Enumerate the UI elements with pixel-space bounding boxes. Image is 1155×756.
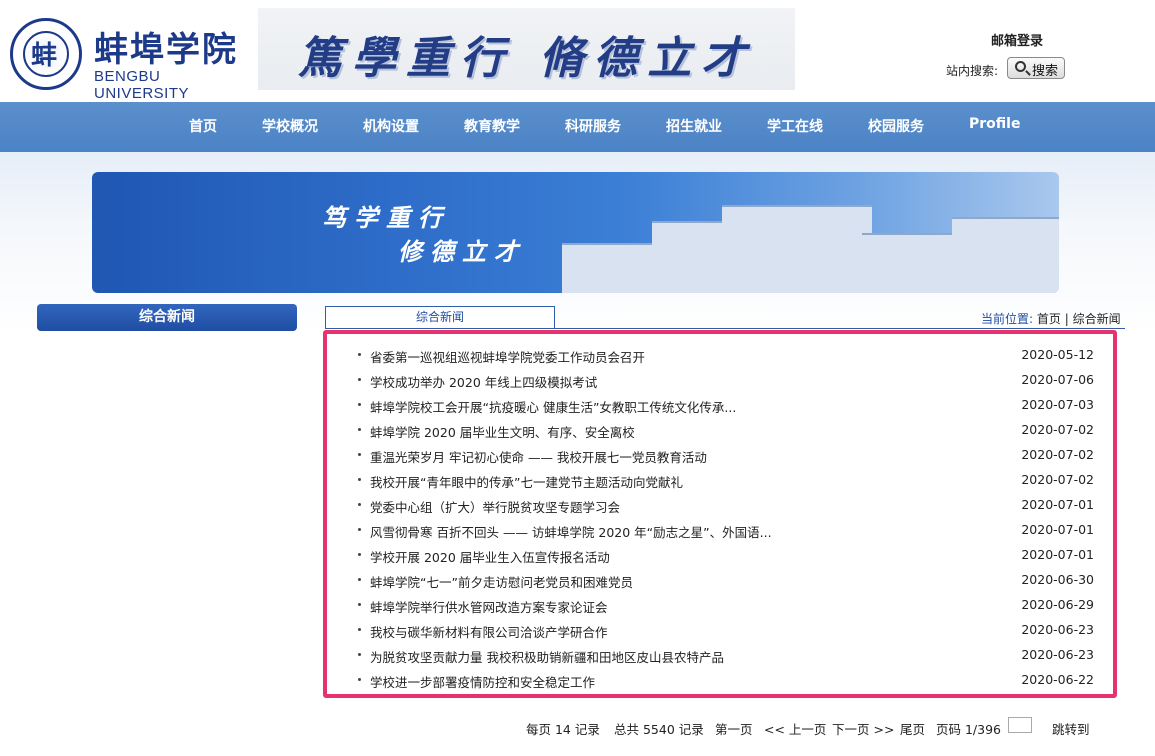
news-title[interactable]: 风雪彻骨寒 百折不回头 —— 访蚌埠学院 2020 年“励志之星”、外国语... — [370, 522, 772, 541]
list-item: 蚌埠学院校工会开展“抗疫暖心 健康生活”女教职工传统文化传承... 2020-07… — [358, 395, 1098, 415]
tab-divider — [325, 328, 1125, 329]
nav-item-research[interactable]: 科研服务 — [565, 116, 621, 136]
nav-item-admissions[interactable]: 招生就业 — [666, 116, 722, 136]
pager-jump-input[interactable] — [1008, 717, 1032, 733]
university-seal-icon: 蚌 — [10, 18, 82, 90]
search-icon — [1015, 61, 1026, 72]
nav-item-about[interactable]: 学校概况 — [262, 116, 318, 136]
breadcrumb-separator: | — [1064, 312, 1069, 326]
list-item: 学校进一步部署疫情防控和安全稳定工作 2020-06-22 — [358, 670, 1098, 690]
breadcrumb-label: 当前位置: — [981, 312, 1034, 326]
news-date: 2020-05-12 — [1021, 347, 1094, 362]
site-header: 蚌 蚌埠学院 BENGBU UNIVERSITY 篤學重行 脩德立才 邮箱登录 … — [0, 0, 1155, 102]
bullet-icon — [358, 378, 361, 381]
news-date: 2020-06-30 — [1021, 572, 1094, 587]
pager-jump-button[interactable]: 跳转到 — [1052, 719, 1090, 738]
news-title[interactable]: 学校成功举办 2020 年线上四级模拟考试 — [370, 372, 597, 391]
breadcrumb: 当前位置: 首页 | 综合新闻 — [981, 310, 1121, 327]
news-title[interactable]: 党委中心组（扩大）举行脱贫攻坚专题学习会 — [370, 497, 620, 516]
news-date: 2020-07-01 — [1021, 497, 1094, 512]
news-date: 2020-06-29 — [1021, 597, 1094, 612]
pager-page-info: 页码 1/396 — [936, 722, 1001, 737]
news-date: 2020-06-22 — [1021, 672, 1094, 687]
news-title[interactable]: 蚌埠学院校工会开展“抗疫暖心 健康生活”女教职工传统文化传承... — [370, 397, 736, 416]
pager-prev-button[interactable]: << 上一页 — [764, 719, 826, 738]
bullet-icon — [358, 553, 361, 556]
news-title[interactable]: 省委第一巡视组巡视蚌埠学院党委工作动员会召开 — [370, 347, 645, 366]
main-nav: 首页 学校概况 机构设置 教育教学 科研服务 招生就业 学工在线 校园服务 Pr… — [0, 102, 1155, 152]
list-item: 蚌埠学院“七一”前夕走访慰问老党员和困难党员 2020-06-30 — [358, 570, 1098, 590]
news-title[interactable]: 学校进一步部署疫情防控和安全稳定工作 — [370, 672, 595, 691]
news-title[interactable]: 重温光荣岁月 牢记初心使命 —— 我校开展七一党员教育活动 — [370, 447, 707, 466]
list-item: 我校与碳华新材料有限公司洽谈产学研合作 2020-06-23 — [358, 620, 1098, 640]
pager-next-button[interactable]: 下一页 >> — [832, 719, 894, 738]
list-item: 我校开展“青年眼中的传承”七一建党节主题活动向党献礼 2020-07-02 — [358, 470, 1098, 490]
tab-general-news[interactable]: 综合新闻 — [325, 306, 555, 329]
news-title[interactable]: 蚌埠学院举行供水管网改造方案专家论证会 — [370, 597, 608, 616]
slogan-banner: 篤學重行 脩德立才 — [258, 8, 795, 90]
pager-first-button[interactable]: 第一页 — [715, 719, 753, 738]
nav-item-student-affairs[interactable]: 学工在线 — [767, 116, 823, 136]
hero-slogan-line2: 修德立才 — [398, 237, 526, 266]
news-date: 2020-07-02 — [1021, 447, 1094, 462]
list-item: 学校开展 2020 届毕业生入伍宣传报名活动 2020-07-01 — [358, 545, 1098, 565]
pagination: 每页 14 记录 总共 5540 记录 第一页 << 上一页 下一页 >> 尾页… — [0, 717, 1155, 739]
nav-item-campus-services[interactable]: 校园服务 — [868, 116, 924, 136]
hero-slogan-line1: 笃学重行 — [322, 203, 450, 232]
nav-item-departments[interactable]: 机构设置 — [363, 116, 419, 136]
pager-per-page: 每页 14 记录 — [526, 722, 600, 737]
list-item: 重温光荣岁月 牢记初心使命 —— 我校开展七一党员教育活动 2020-07-02 — [358, 445, 1098, 465]
nav-item-profile[interactable]: Profile — [969, 116, 1020, 132]
bullet-icon — [358, 528, 361, 531]
news-date: 2020-06-23 — [1021, 647, 1094, 662]
list-item: 党委中心组（扩大）举行脱贫攻坚专题学习会 2020-07-01 — [358, 495, 1098, 515]
pager-last-button[interactable]: 尾页 — [900, 719, 925, 738]
pager-total: 总共 5540 记录 — [614, 722, 704, 737]
bullet-icon — [358, 503, 361, 506]
list-item: 蚌埠学院举行供水管网改造方案专家论证会 2020-06-29 — [358, 595, 1098, 615]
hero-banner — [92, 172, 1059, 293]
news-title[interactable]: 我校开展“青年眼中的传承”七一建党节主题活动向党献礼 — [370, 472, 683, 491]
breadcrumb-current[interactable]: 综合新闻 — [1073, 312, 1121, 326]
bullet-icon — [358, 628, 361, 631]
news-title[interactable]: 我校与碳华新材料有限公司洽谈产学研合作 — [370, 622, 608, 641]
bullet-icon — [358, 578, 361, 581]
site-search-label: 站内搜索: — [946, 64, 999, 78]
list-item: 学校成功举办 2020 年线上四级模拟考试 2020-07-06 — [358, 370, 1098, 390]
nav-item-education[interactable]: 教育教学 — [464, 116, 520, 136]
nav-item-home[interactable]: 首页 — [189, 116, 217, 136]
news-title[interactable]: 学校开展 2020 届毕业生入伍宣传报名活动 — [370, 547, 610, 566]
bullet-icon — [358, 453, 361, 456]
mail-login-link[interactable]: 邮箱登录 — [991, 30, 1043, 49]
news-date: 2020-07-03 — [1021, 397, 1094, 412]
slogan-text: 篤學重行 脩德立才 — [298, 33, 756, 84]
bullet-icon — [358, 603, 361, 606]
news-date: 2020-07-02 — [1021, 472, 1094, 487]
university-logo[interactable]: 蚌 蚌埠学院 BENGBU UNIVERSITY — [10, 16, 250, 102]
search-button-label: 搜索 — [1032, 63, 1059, 78]
news-date: 2020-07-01 — [1021, 522, 1094, 537]
sidebar-title[interactable]: 综合新闻 — [37, 304, 297, 331]
news-date: 2020-06-23 — [1021, 622, 1094, 637]
list-item: 蚌埠学院 2020 届毕业生文明、有序、安全离校 2020-07-02 — [358, 420, 1098, 440]
news-date: 2020-07-06 — [1021, 372, 1094, 387]
bullet-icon — [358, 678, 361, 681]
bullet-icon — [358, 478, 361, 481]
list-item: 为脱贫攻坚贡献力量 我校积极助销新疆和田地区皮山县农特产品 2020-06-23 — [358, 645, 1098, 665]
news-title[interactable]: 为脱贫攻坚贡献力量 我校积极助销新疆和田地区皮山县农特产品 — [370, 647, 724, 666]
list-item: 省委第一巡视组巡视蚌埠学院党委工作动员会召开 2020-05-12 — [358, 345, 1098, 365]
bullet-icon — [358, 653, 361, 656]
logo-english-name: BENGBU UNIVERSITY — [94, 68, 190, 102]
news-title[interactable]: 蚌埠学院 2020 届毕业生文明、有序、安全离校 — [370, 422, 635, 441]
news-title[interactable]: 蚌埠学院“七一”前夕走访慰问老党员和困难党员 — [370, 572, 633, 591]
bullet-icon — [358, 428, 361, 431]
logo-chinese-name: 蚌埠学院 — [94, 30, 238, 70]
news-date: 2020-07-01 — [1021, 547, 1094, 562]
bullet-icon — [358, 353, 361, 356]
list-item: 风雪彻骨寒 百折不回头 —— 访蚌埠学院 2020 年“励志之星”、外国语...… — [358, 520, 1098, 540]
bullet-icon — [358, 403, 361, 406]
search-button[interactable]: 搜索 — [1007, 57, 1065, 79]
breadcrumb-home[interactable]: 首页 — [1037, 312, 1061, 326]
news-date: 2020-07-02 — [1021, 422, 1094, 437]
